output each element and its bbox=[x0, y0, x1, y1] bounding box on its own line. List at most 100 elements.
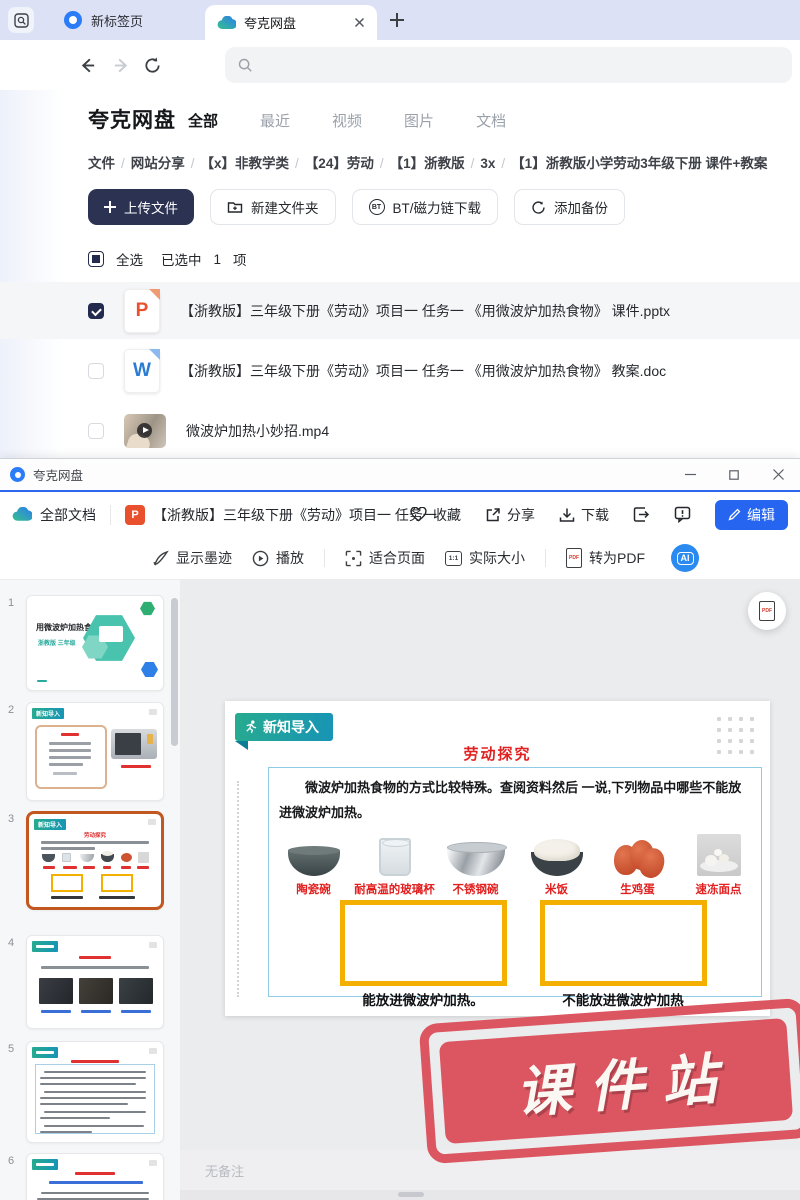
tab-image[interactable]: 图片 bbox=[404, 110, 434, 131]
file-row-mp4[interactable]: 微波炉加热小妙招.mp4 bbox=[0, 402, 800, 458]
address-search-bar[interactable] bbox=[225, 47, 792, 83]
upload-button[interactable]: 上传文件 bbox=[88, 189, 194, 225]
select-all-label[interactable]: 全选 bbox=[116, 249, 143, 269]
selected-label: 已选中 bbox=[161, 249, 202, 269]
row-checkbox-checked[interactable] bbox=[88, 303, 104, 319]
rice-image bbox=[531, 852, 583, 876]
runner-icon bbox=[244, 720, 257, 734]
slide-thumbnail-5[interactable] bbox=[26, 1041, 164, 1143]
window-controls bbox=[668, 459, 800, 490]
bottom-bar bbox=[180, 1190, 800, 1200]
crumb[interactable]: 【x】非教学类 bbox=[201, 156, 290, 171]
slide-number: 2 bbox=[8, 704, 14, 716]
share-button[interactable]: 分享 bbox=[485, 505, 535, 525]
new-folder-label: 新建文件夹 bbox=[251, 197, 319, 217]
play-icon bbox=[137, 423, 152, 438]
close-tab-icon[interactable] bbox=[354, 17, 365, 28]
tab-doc[interactable]: 文档 bbox=[476, 110, 506, 131]
browser-navbar bbox=[0, 40, 800, 90]
all-docs-button[interactable]: 全部文档 bbox=[12, 505, 96, 525]
file-row-pptx[interactable]: P 【浙教版】三年级下册《劳动》项目一 任务一 《用微波炉加热食物》 课件.pp… bbox=[0, 282, 800, 339]
quark-logo-icon bbox=[10, 467, 25, 482]
drive-page: 夸克网盘 全部 最近 视频 图片 文档 文件/网站分享/【x】非教学类/【24】… bbox=[0, 90, 800, 458]
badge bbox=[32, 941, 58, 952]
maximize-button[interactable] bbox=[712, 459, 756, 490]
show-ink-button[interactable]: 显示墨迹 bbox=[152, 548, 232, 568]
badge bbox=[32, 1047, 58, 1058]
crumb-current[interactable]: 【1】浙教版小学劳动3年级下册 课件+教案 bbox=[511, 156, 767, 171]
sidebar-scrollbar[interactable] bbox=[171, 598, 178, 746]
share-icon bbox=[485, 507, 501, 523]
slide-thumbnail-6[interactable] bbox=[26, 1153, 164, 1200]
convert-pdf-float-button[interactable]: PDF bbox=[748, 592, 786, 630]
minimize-button[interactable] bbox=[668, 459, 712, 490]
item-steel-bowl: 不锈钢碗 bbox=[435, 828, 516, 897]
file-name[interactable]: 【浙教版】三年级下册《劳动》项目一 任务一 《用微波炉加热食物》 课件.pptx bbox=[180, 301, 670, 321]
back-icon[interactable] bbox=[78, 56, 97, 75]
favorite-button[interactable]: 收藏 bbox=[410, 505, 461, 525]
play-button[interactable]: 播放 bbox=[252, 548, 304, 568]
hexagon-art bbox=[141, 661, 158, 678]
item-frozen-pastry: 速冻面点 bbox=[678, 828, 759, 897]
tab-new-page[interactable]: 新标签页 bbox=[46, 0, 161, 40]
download-button[interactable]: 下载 bbox=[559, 505, 609, 525]
tab-label: 夸克网盘 bbox=[244, 13, 346, 32]
pdf-icon: PDF bbox=[566, 548, 582, 568]
file-row-doc[interactable]: W 【浙教版】三年级下册《劳动》项目一 任务一 《用微波炉加热食物》 教案.do… bbox=[0, 342, 800, 399]
eggs-image bbox=[610, 840, 666, 876]
badge: 新知导入 bbox=[34, 819, 66, 830]
new-tab-button[interactable] bbox=[388, 11, 406, 29]
refresh-icon[interactable] bbox=[143, 56, 162, 75]
browser-menu-button[interactable] bbox=[8, 7, 34, 33]
pastry-image bbox=[697, 834, 741, 876]
slide-thumbnail-panel: 1 用微波炉加热食物 浙教版 三年级 2 新知导入 bbox=[0, 580, 180, 1200]
slide-thumbnail-1[interactable]: 用微波炉加热食物 浙教版 三年级 bbox=[26, 595, 164, 691]
tab-quark-drive[interactable]: 夸克网盘 bbox=[205, 5, 377, 40]
close-button[interactable] bbox=[756, 459, 800, 490]
quark-logo-icon bbox=[64, 11, 82, 29]
feedback-button[interactable] bbox=[674, 506, 691, 523]
cloud-logo-icon bbox=[217, 16, 236, 30]
crumb[interactable]: 3x bbox=[480, 156, 495, 171]
crumb[interactable]: 【24】劳动 bbox=[305, 156, 374, 171]
word-file-icon: W bbox=[124, 349, 160, 393]
tab-video[interactable]: 视频 bbox=[332, 110, 362, 131]
row-checkbox[interactable] bbox=[88, 363, 104, 379]
select-all-checkbox[interactable] bbox=[88, 251, 104, 267]
slide-thumbnail-3-selected[interactable]: 新知导入 劳动探究 bbox=[26, 811, 164, 910]
thumb-title: 劳动探究 bbox=[29, 831, 161, 839]
hexagon-art bbox=[140, 601, 155, 616]
edit-button[interactable]: 编辑 bbox=[715, 500, 788, 530]
slide-thumbnail-2[interactable]: 新知导入 bbox=[26, 702, 164, 801]
open-in-button[interactable] bbox=[633, 506, 650, 523]
forward-icon[interactable] bbox=[112, 56, 131, 75]
window-title: 夸克网盘 bbox=[33, 465, 83, 484]
export-icon bbox=[633, 506, 650, 523]
file-name[interactable]: 微波炉加热小妙招.mp4 bbox=[186, 421, 329, 441]
slide-thumbnail-4[interactable] bbox=[26, 935, 164, 1029]
download-icon bbox=[559, 507, 575, 523]
bt-download-button[interactable]: BT BT/磁力链下载 bbox=[352, 189, 499, 225]
actual-size-button[interactable]: 1:1 实际大小 bbox=[445, 548, 525, 568]
file-name[interactable]: 【浙教版】三年级下册《劳动》项目一 任务一 《用微波炉加热食物》 教案.doc bbox=[180, 361, 666, 381]
tab-all[interactable]: 全部 bbox=[188, 110, 218, 131]
window-titlebar: 夸克网盘 bbox=[0, 459, 800, 490]
tab-recent[interactable]: 最近 bbox=[260, 110, 290, 131]
row-checkbox[interactable] bbox=[88, 423, 104, 439]
slide-preview-area: PDF 新知导入 劳动探究 微波炉加热食物的方式比较特殊。查阅资料然 bbox=[180, 580, 800, 1200]
resize-handle[interactable] bbox=[398, 1192, 424, 1197]
dotted-guide bbox=[237, 781, 239, 997]
crumb[interactable]: 网站分享 bbox=[131, 156, 185, 171]
riddle-frame bbox=[35, 725, 107, 789]
view-toolbar: 显示墨迹 播放 适合页面 1:1 实际大小 bbox=[0, 537, 800, 580]
crumb[interactable]: 【1】浙教版 bbox=[390, 156, 465, 171]
toolbar-right: 收藏 分享 下载 bbox=[410, 492, 788, 537]
backup-button[interactable]: 添加备份 bbox=[514, 189, 625, 225]
new-folder-button[interactable]: 新建文件夹 bbox=[210, 189, 336, 225]
ai-assistant-button[interactable]: AI bbox=[671, 544, 699, 572]
cloud-logo-icon bbox=[12, 507, 32, 522]
badge-label: 新知导入 bbox=[263, 717, 319, 737]
to-pdf-button[interactable]: PDF 转为PDF bbox=[566, 548, 645, 568]
crumb[interactable]: 文件 bbox=[88, 156, 115, 171]
fit-page-button[interactable]: 适合页面 bbox=[345, 548, 425, 568]
